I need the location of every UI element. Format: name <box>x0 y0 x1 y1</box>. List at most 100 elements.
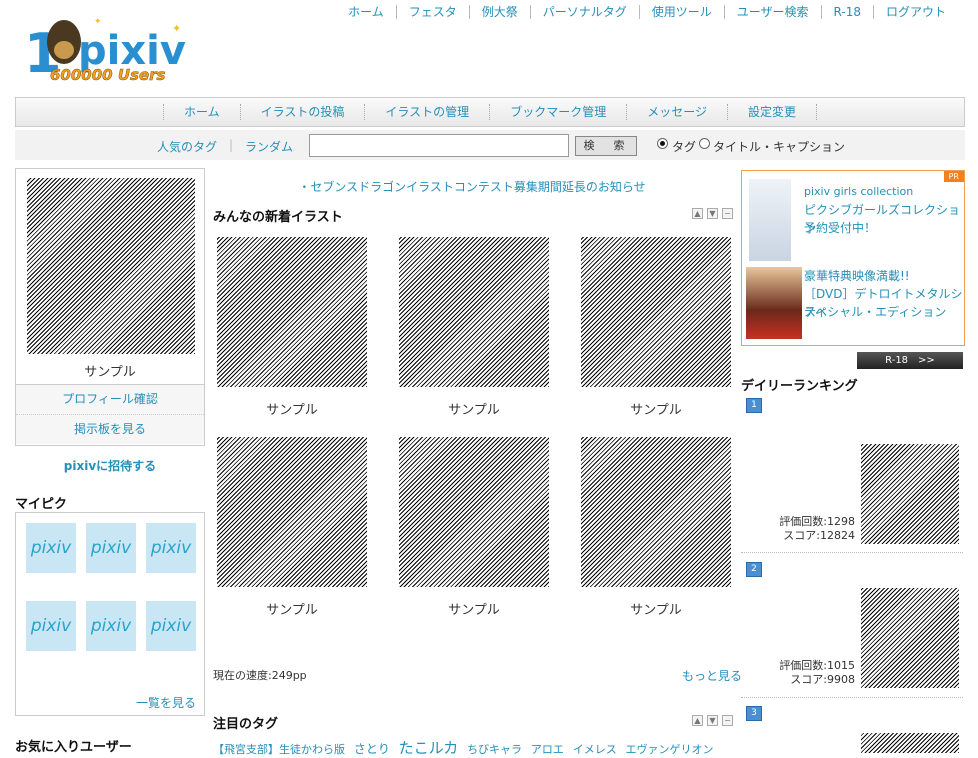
new-illust-more-link[interactable]: もっと見る <box>682 667 742 684</box>
new-illust-thumb[interactable] <box>217 437 367 587</box>
main-nav-home[interactable]: ホーム <box>163 104 240 120</box>
profile-caption: サンプル <box>84 365 136 380</box>
svg-text:✦: ✦ <box>172 22 181 35</box>
main-nav-manage[interactable]: イラストの管理 <box>364 104 489 120</box>
profile-box: サンプル プロフィール確認 掲示板を見る <box>15 168 205 446</box>
new-illust-caption: サンプル <box>266 603 318 618</box>
main-nav-post[interactable]: イラストの投稿 <box>239 104 365 120</box>
top-nav-r18[interactable]: R-18 <box>820 5 873 19</box>
search-bar: 人気のタグ | ランダム 検 索 タグ タイトル・キャプション <box>15 130 965 160</box>
radio-title-caption[interactable] <box>699 138 710 149</box>
link-separator: | <box>229 138 234 152</box>
tag-link[interactable]: アロエ <box>531 743 564 756</box>
ad1-line3[interactable]: 予約受付中！ <box>804 219 876 237</box>
radio-title-caption-label: タイトル・キャプション <box>713 140 846 154</box>
ad-girls-collection-image[interactable] <box>749 179 791 261</box>
radio-tag-label: タグ <box>672 140 697 154</box>
move-down-icon[interactable]: ▼ <box>707 715 718 726</box>
new-illust-thumb[interactable] <box>399 437 549 587</box>
rank-divider <box>741 697 963 698</box>
tag-link[interactable]: たこルカ <box>399 739 459 757</box>
move-up-icon[interactable]: ▲ <box>692 208 703 219</box>
tag-link[interactable]: 【飛宮支部】生徒かわら版 <box>213 743 345 756</box>
rank-1-score: スコア:12824 <box>783 529 855 542</box>
search-button[interactable]: 検 索 <box>575 136 637 156</box>
featured-tags-list: 【飛宮支部】生徒かわら版 さとり たこルカ ちびキャラ アロエ イメレス エヴァ… <box>213 737 733 758</box>
logo-graphic: 1 pixiv 600000 Users ✦ ✦ <box>24 17 186 85</box>
tag-link[interactable]: ちびキャラ <box>467 743 522 756</box>
ad-dvd-image[interactable] <box>746 267 802 339</box>
contest-notice-link[interactable]: ・セブンスドラゴンイラストコンテスト募集期間延長のお知らせ <box>212 178 732 195</box>
ad2-line1[interactable]: 豪華特典映像満載!! <box>804 267 910 285</box>
pr-badge: PR <box>943 171 964 182</box>
new-illust-caption: サンプル <box>630 403 682 418</box>
search-input[interactable] <box>309 134 569 157</box>
favorite-users-title: お気に入りユーザー <box>15 740 132 755</box>
rank-3-badge: 3 <box>746 706 762 721</box>
new-illust-caption: サンプル <box>266 403 318 418</box>
pixiv-logo[interactable]: 1 pixiv 600000 Users ✦ ✦ <box>22 12 192 90</box>
new-illust-caption: サンプル <box>448 403 500 418</box>
top-nav: ホーム フェスタ 例大祭 パーソナルタグ 使用ツール ユーザー検索 R-18 ロ… <box>336 5 958 19</box>
collapse-icon[interactable]: − <box>722 208 733 219</box>
rank-1-votes: 評価回数:1298 <box>779 515 855 528</box>
daily-ranking-title: デイリーランキング <box>741 379 858 394</box>
top-nav-tools[interactable]: 使用ツール <box>638 5 724 19</box>
top-nav-personal-tag[interactable]: パーソナルタグ <box>529 5 639 19</box>
mypick-more-link[interactable]: 一覧を見る <box>136 694 196 711</box>
main-nav-bookmarks[interactable]: ブックマーク管理 <box>489 104 626 120</box>
top-nav-user-search[interactable]: ユーザー検索 <box>723 5 821 19</box>
rank-2-thumb[interactable] <box>861 588 959 688</box>
rank-1-badge: 1 <box>746 398 762 413</box>
mypick-thumb[interactable]: pixiv <box>146 601 196 651</box>
main-nav: ホーム イラストの投稿 イラストの管理 ブックマーク管理 メッセージ 設定変更 <box>15 97 965 127</box>
profile-check-link[interactable]: プロフィール確認 <box>16 384 204 414</box>
board-link[interactable]: 掲示板を見る <box>16 414 204 444</box>
main-nav-messages[interactable]: メッセージ <box>626 104 727 120</box>
top-nav-reitaisai[interactable]: 例大祭 <box>468 5 530 19</box>
rank-2-votes: 評価回数:1015 <box>779 659 855 672</box>
new-illust-caption: サンプル <box>448 603 500 618</box>
post-speed: 現在の速度:249pp <box>213 669 307 682</box>
ad1-line1[interactable]: pixiv girls collection <box>804 183 913 201</box>
logo-users: 600000 Users <box>50 66 166 84</box>
rank-2-score: スコア:9908 <box>790 673 855 686</box>
mypick-thumb[interactable]: pixiv <box>26 523 76 573</box>
mypick-thumb[interactable]: pixiv <box>146 523 196 573</box>
top-nav-home[interactable]: ホーム <box>336 5 396 19</box>
mypick-thumb[interactable]: pixiv <box>86 601 136 651</box>
new-illust-caption: サンプル <box>630 603 682 618</box>
popular-tags-link[interactable]: 人気のタグ <box>157 138 217 155</box>
rank-1-thumb[interactable] <box>861 444 959 544</box>
new-illust-thumb[interactable] <box>581 237 731 387</box>
new-illust-thumb[interactable] <box>217 237 367 387</box>
rank-3-thumb[interactable] <box>861 733 959 753</box>
random-link[interactable]: ランダム <box>245 138 293 155</box>
main-nav-settings[interactable]: 設定変更 <box>726 104 817 120</box>
invite-link[interactable]: pixivに招待する <box>15 457 205 474</box>
rank-2-badge: 2 <box>746 562 762 577</box>
mypick-box: pixiv pixiv pixiv pixiv pixiv pixiv 一覧を見… <box>15 512 205 716</box>
collapse-icon[interactable]: − <box>722 715 733 726</box>
ad2-line3[interactable]: スペシャル・エディション <box>804 303 946 321</box>
rank-divider <box>741 552 963 553</box>
top-nav-logout[interactable]: ログアウト <box>872 5 958 19</box>
top-nav-festa[interactable]: フェスタ <box>395 5 469 19</box>
r18-ranking-button[interactable]: R-18 >> <box>857 352 963 369</box>
mypick-thumb[interactable]: pixiv <box>86 523 136 573</box>
tag-link[interactable]: さとり <box>354 742 390 756</box>
move-up-icon[interactable]: ▲ <box>692 715 703 726</box>
featured-tags-title: 注目のタグ <box>213 717 279 732</box>
radio-tag[interactable] <box>657 138 668 149</box>
tag-link[interactable]: イメレス <box>573 743 617 756</box>
new-illust-thumb[interactable] <box>581 437 731 587</box>
new-illust-thumb[interactable] <box>399 237 549 387</box>
move-down-icon[interactable]: ▼ <box>707 208 718 219</box>
mypick-title: マイピク <box>15 497 68 512</box>
tag-link[interactable]: エヴァンゲリオン <box>626 743 714 756</box>
new-illust-title: みんなの新着イラスト <box>213 210 343 225</box>
svg-text:✦: ✦ <box>94 17 102 27</box>
pr-box: PR pixiv girls collection ピクシブガールズコレクション… <box>741 170 965 346</box>
mypick-thumb[interactable]: pixiv <box>26 601 76 651</box>
profile-image[interactable] <box>27 178 195 354</box>
